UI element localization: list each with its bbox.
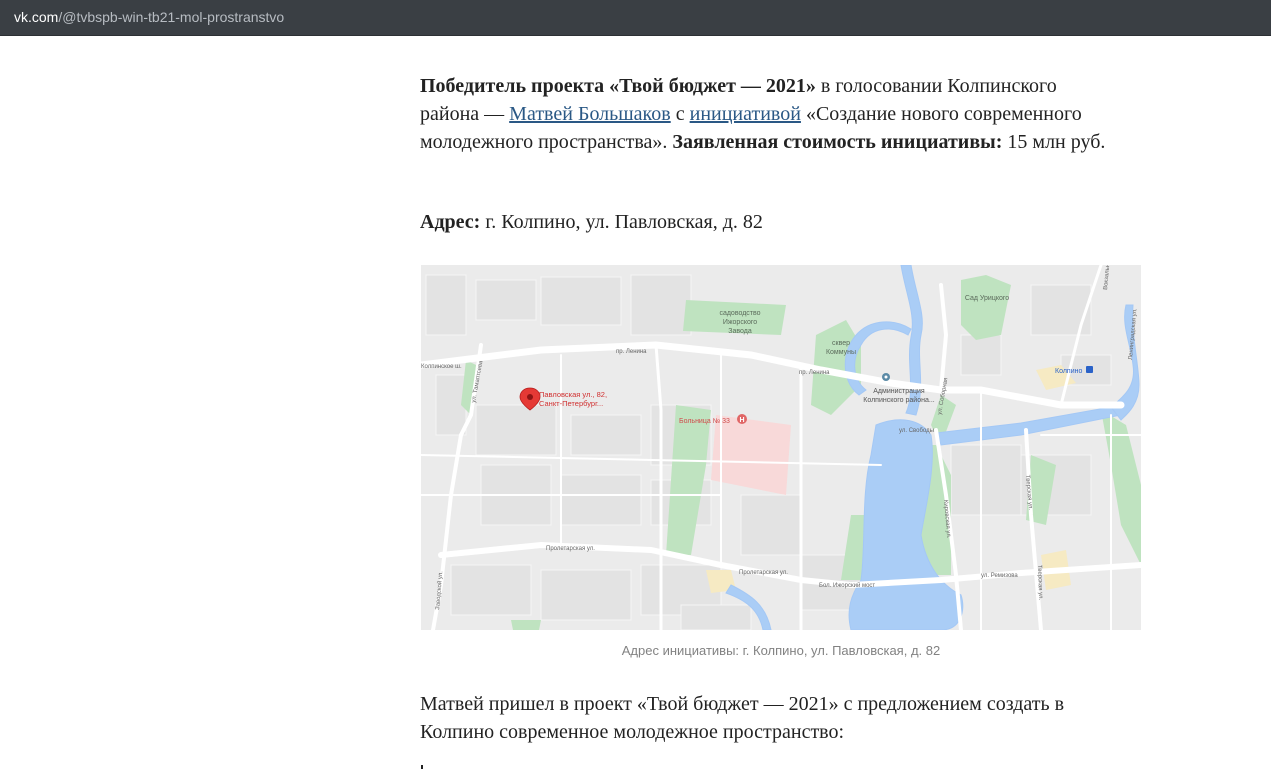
map-label-proletarskaya-1: Пролетарская ул. bbox=[546, 546, 595, 552]
map-label-sq2: Коммуны bbox=[826, 349, 856, 356]
initiative-link[interactable]: инициативой bbox=[690, 103, 801, 125]
url-path: /@tvbspb-win-tb21-mol-prostranstvo bbox=[58, 9, 285, 25]
author-link[interactable]: Матвей Большаков bbox=[509, 103, 671, 125]
map-label-tverskaya-2: Тверская ул. bbox=[1036, 565, 1043, 601]
map-image[interactable]: Колпинское ш. пр. Ленина пр. Ленина Прол… bbox=[421, 265, 1141, 630]
cost-value: 15 млн руб. bbox=[1002, 131, 1106, 153]
map-caption: Адрес инициативы: г. Колпино, ул. Павлов… bbox=[621, 643, 941, 658]
browser-address-bar[interactable]: vk.com/@tvbspb-win-tb21-mol-prostranstvo bbox=[0, 0, 1271, 36]
map-label-sad-urick: Сад Урицкого bbox=[965, 295, 1009, 302]
map-label-proletarskaya-2: Пролетарская ул. bbox=[739, 570, 788, 576]
address-label: Адрес: bbox=[420, 211, 481, 233]
text-cursor bbox=[421, 765, 423, 769]
paragraph-story: Матвей пришел в проект «Твой бюджет — 20… bbox=[420, 693, 1065, 743]
map-label-lenina-1: пр. Ленина bbox=[616, 349, 647, 355]
svg-text:H: H bbox=[739, 417, 744, 424]
address-value: г. Колпино, ул. Павловская, д. 82 bbox=[480, 211, 763, 233]
cost-label: Заявленная стоимость инициативы: bbox=[672, 131, 1003, 153]
map-label-sad1: садоводство bbox=[719, 310, 760, 317]
pin-label-line1: Павловская ул., 82, bbox=[539, 390, 607, 399]
admin-marker-icon bbox=[882, 373, 890, 381]
map-label-sq1: сквер bbox=[832, 340, 850, 347]
map-label-bol-izh-most: Бол. Ижорский мост bbox=[819, 582, 875, 589]
map-label-remizova: ул. Ремизова bbox=[981, 573, 1018, 579]
map-label-svobody: ул. Свободы bbox=[899, 428, 934, 434]
url-text[interactable]: vk.com/@tvbspb-win-tb21-mol-prostranstvo bbox=[14, 8, 284, 26]
map-label-kolp-shosse: Колпинское ш. bbox=[421, 364, 462, 370]
winner-bold: Победитель проекта «Твой бюджет — 2021» bbox=[420, 75, 816, 97]
paragraph-winner: Победитель проекта «Твой бюджет — 2021» … bbox=[420, 72, 1120, 156]
map-label-adm1: Администрация bbox=[873, 388, 925, 395]
connector-text: с bbox=[670, 103, 690, 125]
map-label-sad3: Завода bbox=[728, 328, 752, 335]
train-station-icon bbox=[1086, 366, 1093, 373]
url-host: vk.com bbox=[14, 9, 59, 25]
map-label-sad2: Ижорского bbox=[723, 319, 757, 326]
pin-label-line2: Санкт-Петербург... bbox=[539, 399, 603, 408]
map-label-kolpino: Колпино bbox=[1055, 368, 1082, 375]
paragraph-address: Адрес: г. Колпино, ул. Павловская, д. 82 bbox=[420, 208, 1120, 236]
map-label-lenina-2: пр. Ленина bbox=[799, 370, 830, 376]
map-label-adm2: Колпинского района... bbox=[863, 396, 934, 404]
map-label-hospital: Больница № 33 bbox=[679, 418, 730, 425]
